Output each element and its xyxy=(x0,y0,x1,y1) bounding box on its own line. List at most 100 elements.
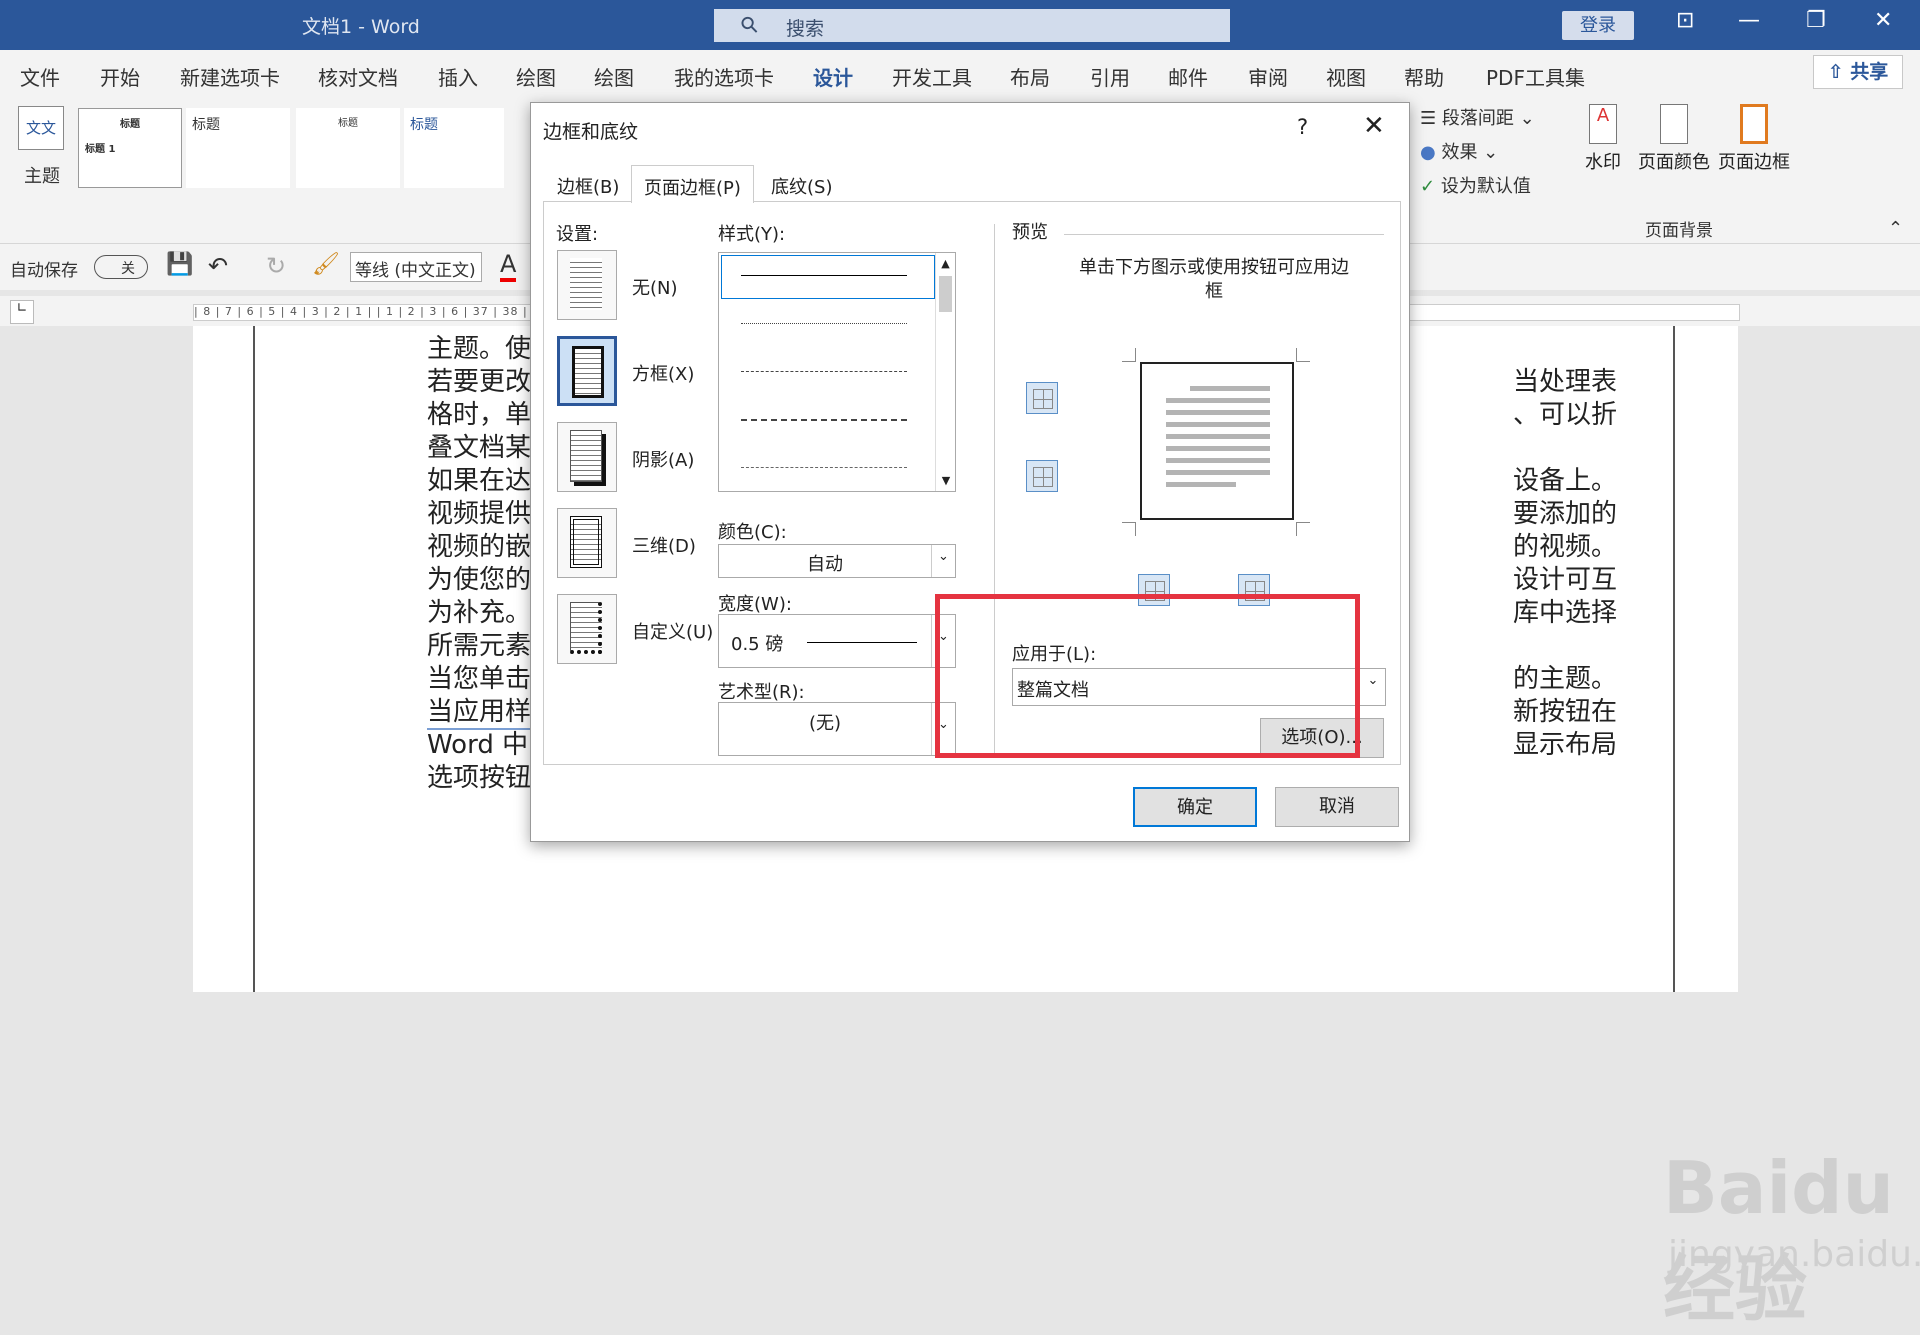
redo-icon[interactable]: ↻ xyxy=(266,252,286,280)
autosave-toggle[interactable]: 关 xyxy=(94,255,148,279)
watermark-icon: A xyxy=(1589,104,1617,144)
font-name-value: 等线 (中文正文) xyxy=(355,261,476,281)
tab-new[interactable]: 新建选项卡 xyxy=(180,62,280,91)
tab-draw-2[interactable]: 绘图 xyxy=(594,62,634,91)
settings-label: 设置: xyxy=(556,224,599,245)
doc-line-right: 要添加的 xyxy=(1513,499,1618,529)
dialog-title: 边框和底纹 xyxy=(543,121,639,143)
minimize-icon[interactable]: — xyxy=(1738,8,1760,33)
doc-line-right: 库中选择 xyxy=(1513,598,1618,628)
paragraph-spacing-label: 段落间距 xyxy=(1441,108,1514,129)
width-dropdown[interactable]: 0.5 磅 ⌄ xyxy=(718,614,956,668)
top-border-button[interactable] xyxy=(1026,382,1058,414)
help-icon[interactable]: ? xyxy=(1297,115,1308,139)
style-listbox[interactable]: ▲ ▼ xyxy=(718,252,956,492)
tab-selector-icon[interactable]: ∟ xyxy=(10,300,34,324)
page-color-icon xyxy=(1660,104,1688,144)
doc-line: 为使您的 xyxy=(427,565,532,595)
share-button[interactable]: ⇧ 共享 xyxy=(1813,55,1903,89)
page-border-button[interactable]: 页面边框 xyxy=(1716,104,1792,174)
cancel-button[interactable]: 取消 xyxy=(1275,787,1399,827)
tab-my[interactable]: 我的选项卡 xyxy=(674,62,774,91)
tab-insert[interactable]: 插入 xyxy=(438,62,478,91)
dialog-close-icon[interactable]: ✕ xyxy=(1363,111,1385,141)
tab-help[interactable]: 帮助 xyxy=(1404,62,1444,91)
chevron-down-icon: ⌄ xyxy=(1367,673,1379,688)
style-scrollbar[interactable]: ▲ ▼ xyxy=(935,253,955,491)
page-color-button[interactable]: 页面颜色 xyxy=(1636,104,1712,174)
corner-mark xyxy=(1122,522,1136,536)
tab-design[interactable]: 设计 xyxy=(813,62,853,91)
tab-developer[interactable]: 开发工具 xyxy=(892,62,972,91)
restore-icon[interactable]: ❐ xyxy=(1806,8,1826,33)
search-placeholder: 搜索 xyxy=(786,18,825,40)
tab-proof[interactable]: 核对文档 xyxy=(318,62,398,91)
search-icon: ⚲ xyxy=(735,10,765,41)
tab-shading[interactable]: 底纹(S) xyxy=(759,165,844,203)
bottom-border-button[interactable] xyxy=(1026,460,1058,492)
doc-line-right: 、可以折 xyxy=(1513,400,1618,430)
font-name-dropdown[interactable]: 等线 (中文正文) xyxy=(350,252,482,282)
preview-text-line xyxy=(1166,434,1270,439)
tab-mailings[interactable]: 邮件 xyxy=(1168,62,1208,91)
effects-icon: ● xyxy=(1420,142,1436,163)
autosave-label: 自动保存 xyxy=(10,261,78,281)
tab-pdf[interactable]: PDF工具集 xyxy=(1486,62,1585,91)
style-thumb-3[interactable]: 标题 xyxy=(296,108,400,188)
preview-text-line xyxy=(1166,398,1270,403)
preview-text-line xyxy=(1166,446,1270,451)
watermark-button[interactable]: A 水印 xyxy=(1580,104,1626,174)
doc-line: 叠文档某 xyxy=(427,433,532,463)
scroll-up-icon[interactable]: ▲ xyxy=(936,253,955,270)
style-thumb-4[interactable]: 标题 xyxy=(404,108,504,188)
preview-page[interactable] xyxy=(1140,362,1294,520)
highlight-annotation-box xyxy=(935,594,1360,758)
close-window-icon[interactable]: ✕ xyxy=(1874,8,1892,33)
scroll-down-icon[interactable]: ▼ xyxy=(936,474,956,487)
paragraph-spacing-button[interactable]: ☰ 段落间距 ⌄ xyxy=(1420,104,1535,130)
doc-line-right: 显示布局 xyxy=(1513,730,1618,760)
save-icon[interactable]: 💾 xyxy=(166,252,193,277)
ribbon-display-icon[interactable]: ⊡ xyxy=(1676,8,1694,33)
line-dotted xyxy=(741,323,907,324)
collapse-ribbon-icon[interactable]: ⌃ xyxy=(1888,218,1903,239)
undo-icon[interactable]: ↶ xyxy=(208,252,228,280)
tab-home[interactable]: 开始 xyxy=(100,62,140,91)
tab-references[interactable]: 引用 xyxy=(1090,62,1130,91)
share-icon: ⇧ xyxy=(1827,61,1851,83)
preview-text-line xyxy=(1166,470,1270,475)
format-painter-icon[interactable]: 🖌 xyxy=(312,252,340,277)
ok-button[interactable]: 确定 xyxy=(1133,787,1257,827)
style-thumb-2[interactable]: 标题 xyxy=(186,108,290,188)
style-thumb-1[interactable]: 标题 标题 1 xyxy=(78,108,182,188)
tab-view[interactable]: 视图 xyxy=(1326,62,1366,91)
page-color-label: 页面颜色 xyxy=(1638,152,1710,173)
tab-file[interactable]: 文件 xyxy=(20,62,60,91)
width-line-preview xyxy=(807,642,917,643)
font-color-icon[interactable]: A xyxy=(500,250,517,282)
preview-text-line xyxy=(1166,422,1270,427)
preview-text-line xyxy=(1166,482,1236,487)
doc-line-right: 设备上。 xyxy=(1513,466,1618,496)
themes-button[interactable]: 文文 主题 xyxy=(18,106,70,196)
set-default-button[interactable]: ✓ 设为默认值 xyxy=(1420,172,1531,198)
title-bar: 文档1 - Word ⚲ 搜索 登录 ⊡ — ❐ ✕ xyxy=(0,0,1920,50)
art-label: 艺术型(R): xyxy=(718,682,805,703)
tab-page-border[interactable]: 页面边框(P) xyxy=(631,165,754,203)
tab-borders[interactable]: 边框(B) xyxy=(545,165,631,203)
art-dropdown[interactable]: (无) ⌄ xyxy=(718,702,956,756)
page-border-icon xyxy=(1740,104,1768,144)
tab-review[interactable]: 审阅 xyxy=(1248,62,1288,91)
effects-button[interactable]: ● 效果 ⌄ xyxy=(1420,138,1498,164)
login-button[interactable]: 登录 xyxy=(1562,11,1634,40)
color-dropdown[interactable]: 自动 ⌄ xyxy=(718,544,956,578)
tab-draw-1[interactable]: 绘图 xyxy=(516,62,556,91)
scroll-thumb[interactable] xyxy=(939,276,952,312)
page-border-right xyxy=(1673,326,1675,992)
tab-layout[interactable]: 布局 xyxy=(1010,62,1050,91)
line-dashed xyxy=(741,419,907,421)
search-box[interactable]: ⚲ 搜索 xyxy=(714,9,1230,42)
style-option-solid[interactable] xyxy=(721,255,935,299)
doc-line: 若要更改 xyxy=(427,367,532,397)
menu-tabs: 文件 开始 新建选项卡 核对文档 插入 绘图 绘图 我的选项卡 设计 开发工具 … xyxy=(0,50,1920,142)
